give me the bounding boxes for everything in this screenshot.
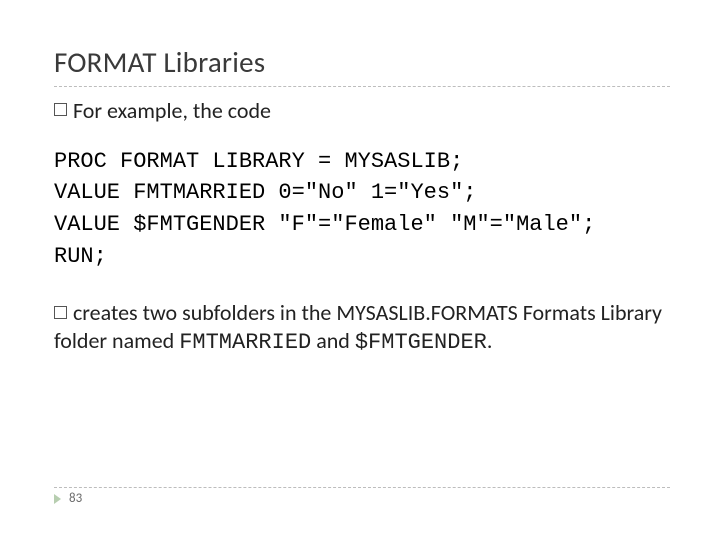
- code-block: PROC FORMAT LIBRARY = MYSASLIB; VALUE FM…: [54, 146, 670, 274]
- bullet-item-1: For example, the code: [54, 97, 670, 126]
- bullet-item-2: creates two subfolders in the MYSASLIB.F…: [54, 299, 670, 357]
- bullet-text-1: For example, the code: [73, 97, 271, 126]
- footer-divider: [54, 487, 670, 488]
- bullet2-end: .: [487, 327, 493, 354]
- bullet2-code1: FMTMARRIED: [179, 330, 311, 355]
- bullet-box-icon: [54, 103, 67, 116]
- page-title: FORMAT Libraries: [54, 44, 670, 80]
- page-number: 83: [69, 491, 82, 506]
- bullet2-mid: and: [311, 327, 355, 354]
- bullet2-code2: $FMTGENDER: [355, 330, 487, 355]
- arrow-icon: [54, 494, 61, 504]
- footer: 83: [54, 491, 82, 506]
- bullet-box-icon: [54, 306, 67, 319]
- title-divider: [54, 86, 670, 87]
